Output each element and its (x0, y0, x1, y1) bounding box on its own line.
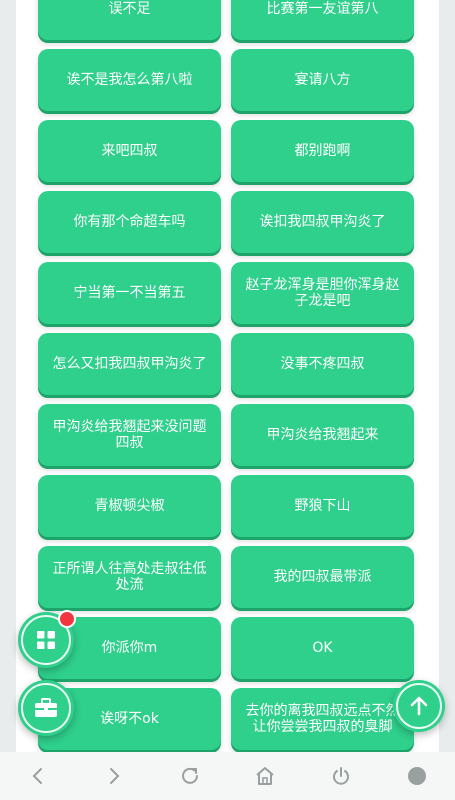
sound-button[interactable]: 误不足 (38, 0, 221, 40)
forward-button[interactable] (94, 756, 134, 796)
toolbox-fab[interactable] (18, 680, 74, 736)
home-icon (256, 767, 275, 785)
sound-button[interactable]: 甲沟炎给我翘起来没问题四叔 (38, 404, 221, 466)
sound-button-grid: 误不足 比赛第一友谊第八 诶不是我怎么第八啦 宴请八方 来吧四叔 都别跑啊 你有那个命超车吗… (38, 0, 416, 750)
sound-button[interactable]: 正所谓人往高处走叔往低处流 (38, 546, 221, 608)
home-button[interactable] (245, 756, 285, 796)
sound-button[interactable]: 野狼下山 (231, 475, 414, 537)
browser-nav-bar (0, 752, 455, 800)
sound-button[interactable]: 我的四叔最带派 (231, 546, 414, 608)
sound-button[interactable]: 诶扣我四叔甲沟炎了 (231, 191, 414, 253)
sound-button[interactable]: 都别跑啊 (231, 120, 414, 182)
sound-button[interactable]: 来吧四叔 (38, 120, 221, 182)
chevron-right-icon (109, 768, 120, 784)
reload-button[interactable] (170, 756, 210, 796)
scroll-top-button[interactable] (393, 680, 445, 732)
sound-button[interactable]: 没事不疼四叔 (231, 333, 414, 395)
sound-button[interactable]: 宁当第一不当第五 (38, 262, 221, 324)
sound-button[interactable]: 赵子龙浑身是胆你浑身赵子龙是吧 (231, 262, 414, 324)
circle-icon (408, 767, 427, 785)
power-button[interactable] (321, 756, 361, 796)
power-icon (333, 767, 350, 785)
sound-board-page: 误不足 比赛第一友谊第八 诶不是我怎么第八啦 宴请八方 来吧四叔 都别跑啊 你有那个命超车吗… (16, 0, 439, 752)
apps-fab[interactable] (18, 610, 76, 668)
back-button[interactable] (18, 756, 58, 796)
sound-button[interactable]: 诶不是我怎么第八啦 (38, 49, 221, 111)
sound-button[interactable]: 怎么又扣我四叔甲沟炎了 (38, 333, 221, 395)
tabs-button[interactable] (397, 756, 437, 796)
reload-icon (181, 767, 198, 784)
sound-button[interactable]: 宴请八方 (231, 49, 414, 111)
notification-badge (58, 610, 76, 628)
chevron-left-icon (32, 768, 42, 784)
sound-button[interactable]: OK (231, 617, 414, 679)
sound-button[interactable]: 去你的离我四叔远点不然让你尝尝我四叔的臭脚 (231, 688, 414, 750)
sound-button[interactable]: 青椒顿尖椒 (38, 475, 221, 537)
sound-button[interactable]: 你有那个命超车吗 (38, 191, 221, 253)
sound-button[interactable]: 甲沟炎给我翘起来 (231, 404, 414, 466)
sound-button[interactable]: 比赛第一友谊第八 (231, 0, 414, 40)
